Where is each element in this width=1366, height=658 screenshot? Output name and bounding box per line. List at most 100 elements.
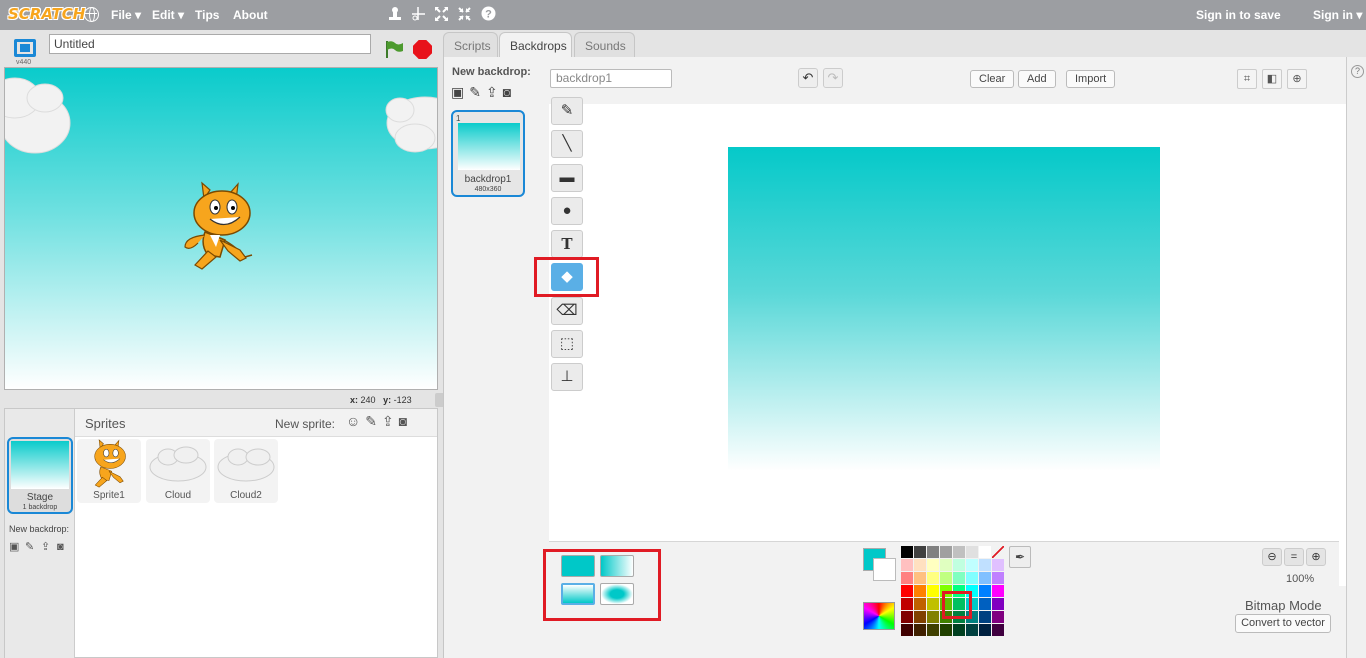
palette-swatch[interactable]: [940, 546, 952, 558]
palette-swatch[interactable]: [992, 546, 1004, 558]
library-image-icon[interactable]: ▣: [9, 541, 23, 553]
stamp-tool-icon[interactable]: ⊥: [551, 363, 583, 391]
zoom-reset-icon[interactable]: =: [1284, 548, 1304, 566]
redo-icon[interactable]: ↷: [823, 68, 843, 88]
paint-backdrop-icon[interactable]: ✎: [469, 84, 481, 101]
crop-icon[interactable]: ⌗: [1237, 69, 1257, 89]
tab-scripts[interactable]: Scripts: [443, 32, 498, 58]
palette-swatch[interactable]: [966, 572, 978, 584]
menu-file[interactable]: File ▾: [111, 8, 141, 22]
palette-swatch[interactable]: [901, 546, 913, 558]
palette-swatch[interactable]: [927, 611, 939, 623]
palette-swatch[interactable]: [927, 624, 939, 636]
palette-swatch[interactable]: [992, 559, 1004, 571]
palette-swatch[interactable]: [927, 598, 939, 610]
upload-sprite-icon[interactable]: ⇪: [382, 413, 394, 430]
secondary-color-swatch[interactable]: [873, 558, 896, 581]
paint-sprite-icon[interactable]: ✎: [365, 413, 377, 430]
palette-swatch[interactable]: [927, 559, 939, 571]
palette-swatch[interactable]: [940, 624, 952, 636]
project-title-input[interactable]: Untitled: [49, 34, 371, 54]
upload-icon[interactable]: ⇪: [41, 541, 55, 553]
tab-sounds[interactable]: Sounds: [574, 32, 635, 58]
rectangle-tool-icon[interactable]: ▬: [551, 164, 583, 192]
import-button[interactable]: Import: [1066, 70, 1116, 88]
palette-swatch[interactable]: [953, 624, 965, 636]
palette-swatch[interactable]: [979, 624, 991, 636]
convert-to-vector-button[interactable]: Convert to vector: [1235, 614, 1331, 633]
backdrop-library-icon[interactable]: ▣: [451, 84, 464, 101]
scratch-logo[interactable]: SCRATCH: [8, 5, 85, 23]
brush-tool-icon[interactable]: ✎: [551, 97, 583, 125]
palette-swatch[interactable]: [953, 559, 965, 571]
shrink-icon[interactable]: [457, 6, 472, 22]
flip-horizontal-icon[interactable]: ◧: [1262, 69, 1282, 89]
upload-backdrop-icon[interactable]: ⇪: [486, 84, 498, 101]
palette-swatch[interactable]: [979, 585, 991, 597]
camera-backdrop-icon[interactable]: ◙: [503, 84, 511, 101]
palette-swatch[interactable]: [966, 624, 978, 636]
color-picker-spectrum[interactable]: [863, 602, 895, 630]
palette-swatch[interactable]: [992, 585, 1004, 597]
fullscreen-icon[interactable]: [14, 39, 36, 57]
palette-swatch[interactable]: [927, 572, 939, 584]
set-center-icon[interactable]: ⊕: [1287, 69, 1307, 89]
sprite-library-icon[interactable]: ☺: [346, 413, 360, 430]
palette-swatch[interactable]: [927, 585, 939, 597]
eyedropper-icon[interactable]: ✒: [1009, 546, 1031, 568]
tab-backdrops[interactable]: Backdrops: [499, 32, 572, 58]
palette-swatch[interactable]: [979, 598, 991, 610]
costume-name-input[interactable]: backdrop1: [550, 69, 672, 88]
palette-swatch[interactable]: [979, 559, 991, 571]
sprite-card-sprite1[interactable]: Sprite1: [77, 439, 141, 503]
stage-thumbnail-card[interactable]: Stage 1 backdrop: [7, 437, 73, 514]
palette-swatch[interactable]: [901, 624, 913, 636]
language-globe-icon[interactable]: [84, 7, 99, 22]
palette-swatch[interactable]: [914, 572, 926, 584]
select-tool-icon[interactable]: ⬚: [551, 330, 583, 358]
palette-swatch[interactable]: [966, 546, 978, 558]
palette-swatch[interactable]: [940, 572, 952, 584]
palette-swatch[interactable]: [927, 546, 939, 558]
sign-in-menu[interactable]: Sign in ▾: [1313, 8, 1362, 22]
palette-swatch[interactable]: [979, 611, 991, 623]
palette-swatch[interactable]: [992, 611, 1004, 623]
palette-swatch[interactable]: [901, 559, 913, 571]
stage-canvas[interactable]: [4, 67, 438, 390]
backdrop-card-1[interactable]: 1 backdrop1 480x360: [451, 110, 525, 197]
sprite-card-cloud[interactable]: Cloud: [146, 439, 210, 503]
sprite-card-cloud2[interactable]: Cloud2: [214, 439, 278, 503]
menu-tips[interactable]: Tips: [195, 8, 219, 22]
palette-swatch[interactable]: [953, 546, 965, 558]
menu-about[interactable]: About: [233, 8, 268, 22]
palette-swatch[interactable]: [979, 572, 991, 584]
zoom-in-icon[interactable]: ⊕: [1306, 548, 1326, 566]
paint-brush-icon[interactable]: ✎: [25, 541, 39, 553]
backdrop-drawing[interactable]: [728, 147, 1160, 471]
ellipse-tool-icon[interactable]: ●: [551, 197, 583, 225]
undo-icon[interactable]: ↶: [798, 68, 818, 88]
eraser-tool-icon[interactable]: ⌫: [551, 297, 583, 325]
stop-sign-icon[interactable]: [413, 40, 432, 59]
palette-swatch[interactable]: [914, 624, 926, 636]
help-icon[interactable]: ?: [481, 6, 496, 22]
palette-swatch[interactable]: [940, 559, 952, 571]
zoom-out-icon[interactable]: ⊖: [1262, 548, 1282, 566]
grow-icon[interactable]: [434, 6, 449, 22]
palette-swatch[interactable]: [901, 611, 913, 623]
palette-swatch[interactable]: [992, 572, 1004, 584]
sign-in-to-save-link[interactable]: Sign in to save: [1196, 8, 1281, 22]
palette-swatch[interactable]: [914, 598, 926, 610]
camera-sprite-icon[interactable]: ◙: [399, 413, 407, 430]
camera-icon[interactable]: ◙: [57, 541, 71, 553]
palette-swatch[interactable]: [914, 611, 926, 623]
palette-swatch[interactable]: [914, 585, 926, 597]
green-flag-icon[interactable]: [384, 39, 404, 59]
clear-button[interactable]: Clear: [970, 70, 1015, 88]
menu-edit[interactable]: Edit ▾: [152, 8, 184, 22]
palette-swatch[interactable]: [901, 598, 913, 610]
palette-swatch[interactable]: [901, 585, 913, 597]
palette-swatch[interactable]: [979, 546, 991, 558]
line-tool-icon[interactable]: ╲: [551, 130, 583, 158]
palette-swatch[interactable]: [914, 546, 926, 558]
